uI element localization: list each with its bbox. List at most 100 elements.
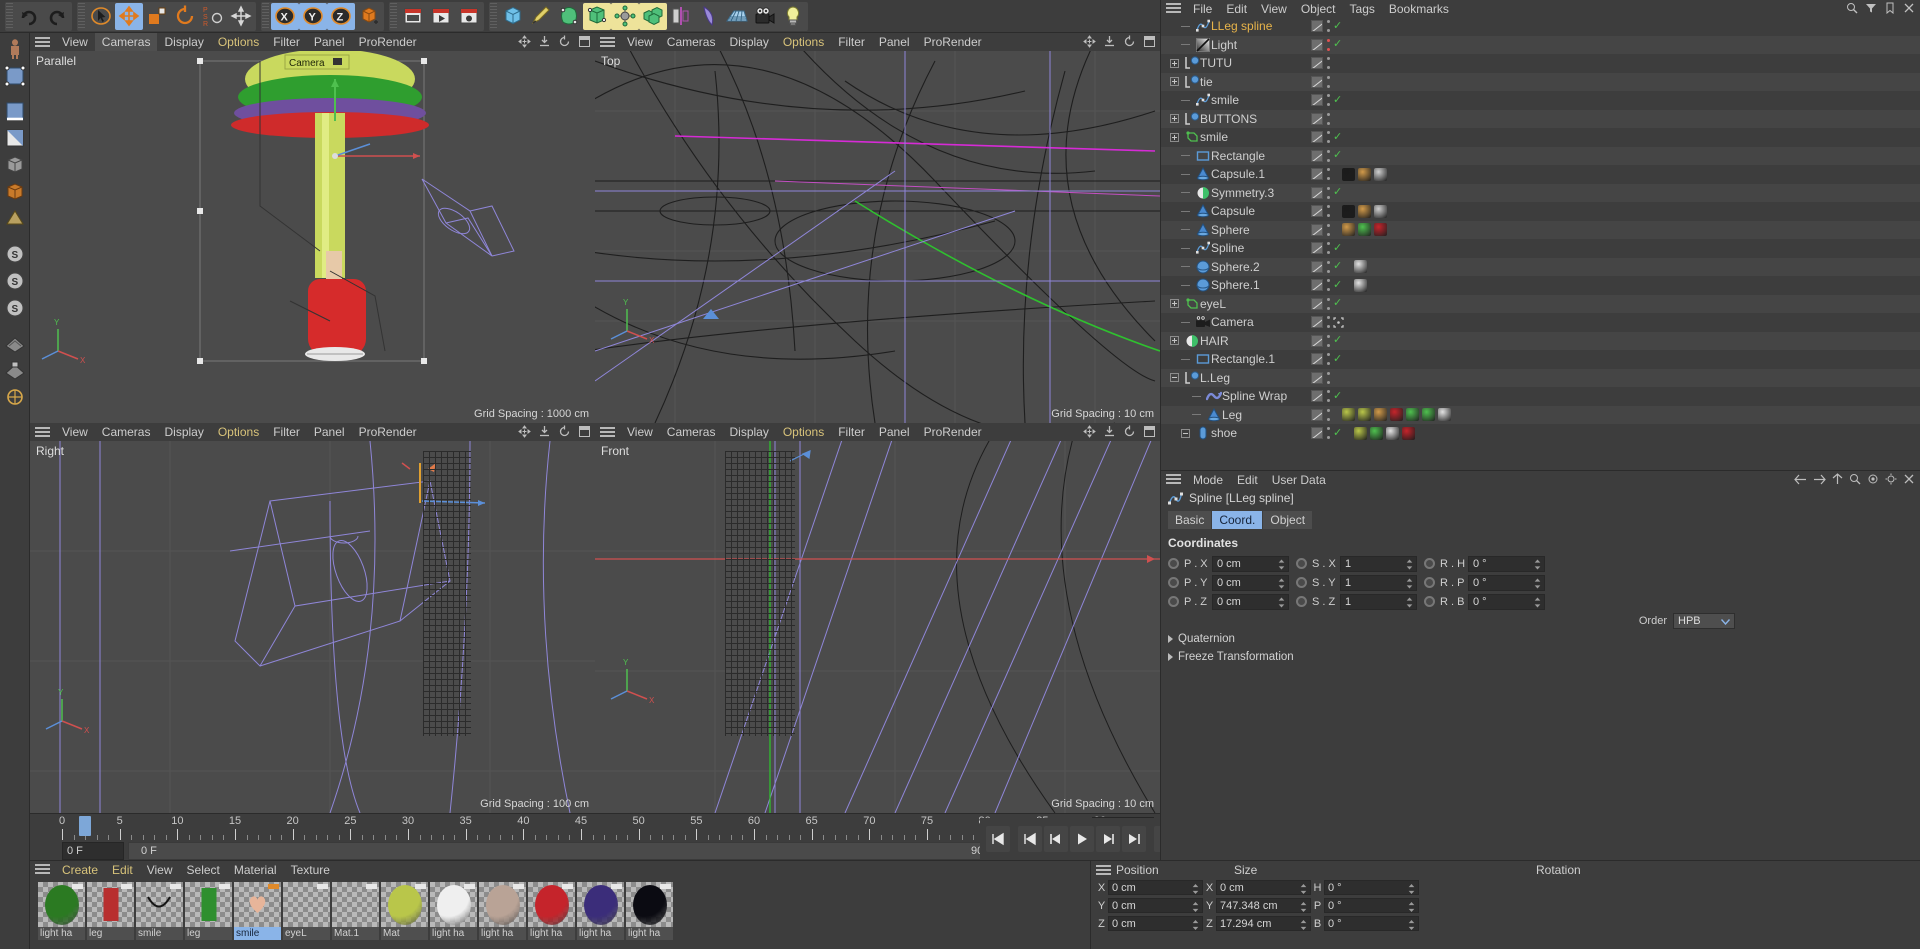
visibility-tag[interactable] (1311, 113, 1323, 125)
stepper-icon[interactable] (1300, 901, 1307, 913)
size-input[interactable]: 0 cm (1216, 880, 1311, 895)
move-button[interactable] (115, 3, 143, 30)
point-mode-button[interactable] (2, 63, 28, 89)
scale-lock-radio[interactable] (1296, 577, 1307, 588)
tab-object[interactable]: Object (1263, 511, 1312, 529)
world-coord-button[interactable] (355, 3, 383, 30)
tree-toggle[interactable] (1165, 336, 1183, 345)
size-input[interactable]: 747.348 cm (1216, 898, 1311, 913)
visibility-tag[interactable] (1311, 427, 1323, 439)
visibility-tag[interactable] (1311, 390, 1323, 402)
texture-axis-button[interactable] (2, 206, 28, 232)
workplane-lock-button[interactable] (2, 357, 28, 383)
vp-menu-view[interactable]: View (620, 423, 660, 441)
vp-menu-view[interactable]: View (55, 423, 95, 441)
scale-input[interactable]: 1 (1340, 594, 1417, 610)
visibility-tag[interactable] (1311, 224, 1323, 236)
stepper-icon[interactable] (1408, 883, 1415, 895)
viewport-menu-icon[interactable] (600, 427, 615, 438)
material-tag[interactable] (1342, 223, 1355, 236)
enable-check-icon[interactable]: ✓ (1333, 354, 1342, 365)
object-row[interactable]: tie (1161, 73, 1920, 92)
material-preview[interactable] (38, 882, 85, 927)
object-tree[interactable]: LLeg spline✓Light✓TUTUtiesmile✓BUTTONSsm… (1161, 17, 1920, 470)
mat-menu-texture[interactable]: Texture (284, 861, 337, 879)
tree-toggle[interactable] (1165, 114, 1183, 123)
visibility-dots[interactable] (1326, 279, 1330, 291)
visibility-dots[interactable] (1326, 168, 1330, 180)
material-swatch[interactable]: eyeL (283, 882, 330, 940)
object-row[interactable]: Rectangle✓ (1161, 147, 1920, 166)
material-tag[interactable] (1358, 168, 1371, 181)
visibility-tag[interactable] (1311, 131, 1323, 143)
rotation-input[interactable]: 0 ° (1324, 916, 1419, 931)
object-row[interactable]: eyeL✓ (1161, 295, 1920, 314)
vp-menu-prorender[interactable]: ProRender (352, 423, 424, 441)
vp-menu-options[interactable]: Options (211, 33, 266, 51)
render-view-button[interactable] (399, 3, 427, 30)
material-tag[interactable] (1354, 279, 1367, 292)
tree-toggle[interactable] (1165, 59, 1183, 68)
expand-icon[interactable] (1170, 59, 1179, 68)
scale-input[interactable]: 1 (1340, 575, 1417, 591)
viewport-nav-icons[interactable] (518, 35, 591, 48)
material-swatch[interactable]: light ha (38, 882, 85, 940)
tree-toggle[interactable] (1176, 429, 1194, 438)
visibility-dots[interactable] (1326, 390, 1330, 402)
object-row[interactable]: L.Leg (1161, 369, 1920, 388)
tree-toggle[interactable] (1176, 174, 1194, 175)
object-row[interactable]: BUTTONS (1161, 110, 1920, 129)
viewport-solo-off-button[interactable]: S (2, 295, 28, 321)
obj-menu-object[interactable]: Object (1294, 0, 1343, 18)
tree-toggle[interactable] (1165, 299, 1183, 308)
tree-toggle[interactable] (1176, 266, 1194, 267)
stepper-icon[interactable] (1406, 597, 1413, 608)
visibility-dots[interactable] (1326, 224, 1330, 236)
visibility-dots[interactable] (1326, 261, 1330, 273)
object-row[interactable]: Sphere.1✓ (1161, 276, 1920, 295)
current-frame-field[interactable]: 0 F (62, 842, 124, 860)
vp-menu-panel[interactable]: Panel (307, 33, 352, 51)
visibility-dots[interactable] (1326, 372, 1330, 384)
next-frame-button[interactable] (1096, 826, 1120, 852)
vp-menu-cameras[interactable]: Cameras (95, 33, 158, 51)
play-button[interactable] (1070, 826, 1094, 852)
visibility-tag[interactable] (1311, 279, 1323, 291)
go-to-start-button[interactable] (986, 826, 1010, 852)
material-swatch[interactable]: smile (136, 882, 183, 940)
object-row[interactable]: smile✓ (1161, 91, 1920, 110)
material-tag[interactable] (1402, 427, 1415, 440)
toolbar-group-handle[interactable] (490, 3, 497, 30)
material-tag[interactable] (1358, 408, 1371, 421)
tree-toggle[interactable] (1176, 229, 1194, 230)
scale-input[interactable]: 1 (1340, 556, 1417, 572)
rotation-input[interactable]: 0 ° (1468, 594, 1545, 610)
tree-toggle[interactable] (1176, 211, 1194, 212)
cube-primitive-button[interactable] (499, 3, 527, 30)
visibility-dots[interactable] (1326, 94, 1330, 106)
collapse-icon[interactable] (1181, 429, 1190, 438)
material-preview[interactable] (626, 882, 673, 927)
tab-coord[interactable]: Coord. (1212, 511, 1262, 529)
toolbar-group-handle[interactable] (6, 3, 13, 30)
material-tag[interactable] (1438, 408, 1451, 421)
rotation-lock-radio[interactable] (1424, 558, 1435, 569)
position-lock-radio[interactable] (1168, 596, 1179, 607)
stepper-icon[interactable] (1278, 597, 1285, 608)
front-viewport-canvas[interactable]: Y X Front Grid Spacing : 10 cm (595, 441, 1160, 813)
visibility-dots[interactable] (1326, 242, 1330, 254)
rotation-input[interactable]: 0 ° (1324, 898, 1419, 913)
viewport-nav-icons[interactable] (518, 425, 591, 438)
vp-menu-cameras[interactable]: Cameras (660, 33, 723, 51)
visibility-tag[interactable] (1311, 187, 1323, 199)
undo-button[interactable] (15, 3, 43, 30)
material-tag[interactable] (1374, 408, 1387, 421)
tree-toggle[interactable] (1176, 100, 1194, 101)
object-row[interactable]: Rectangle.1✓ (1161, 350, 1920, 369)
deformer-button[interactable] (695, 3, 723, 30)
attribute-menu-icon[interactable] (1166, 474, 1181, 485)
spline-pen-button[interactable] (527, 3, 555, 30)
object-row[interactable]: Symmetry.3✓ (1161, 184, 1920, 203)
stepper-icon[interactable] (1408, 919, 1415, 931)
visibility-tag[interactable] (1311, 20, 1323, 32)
